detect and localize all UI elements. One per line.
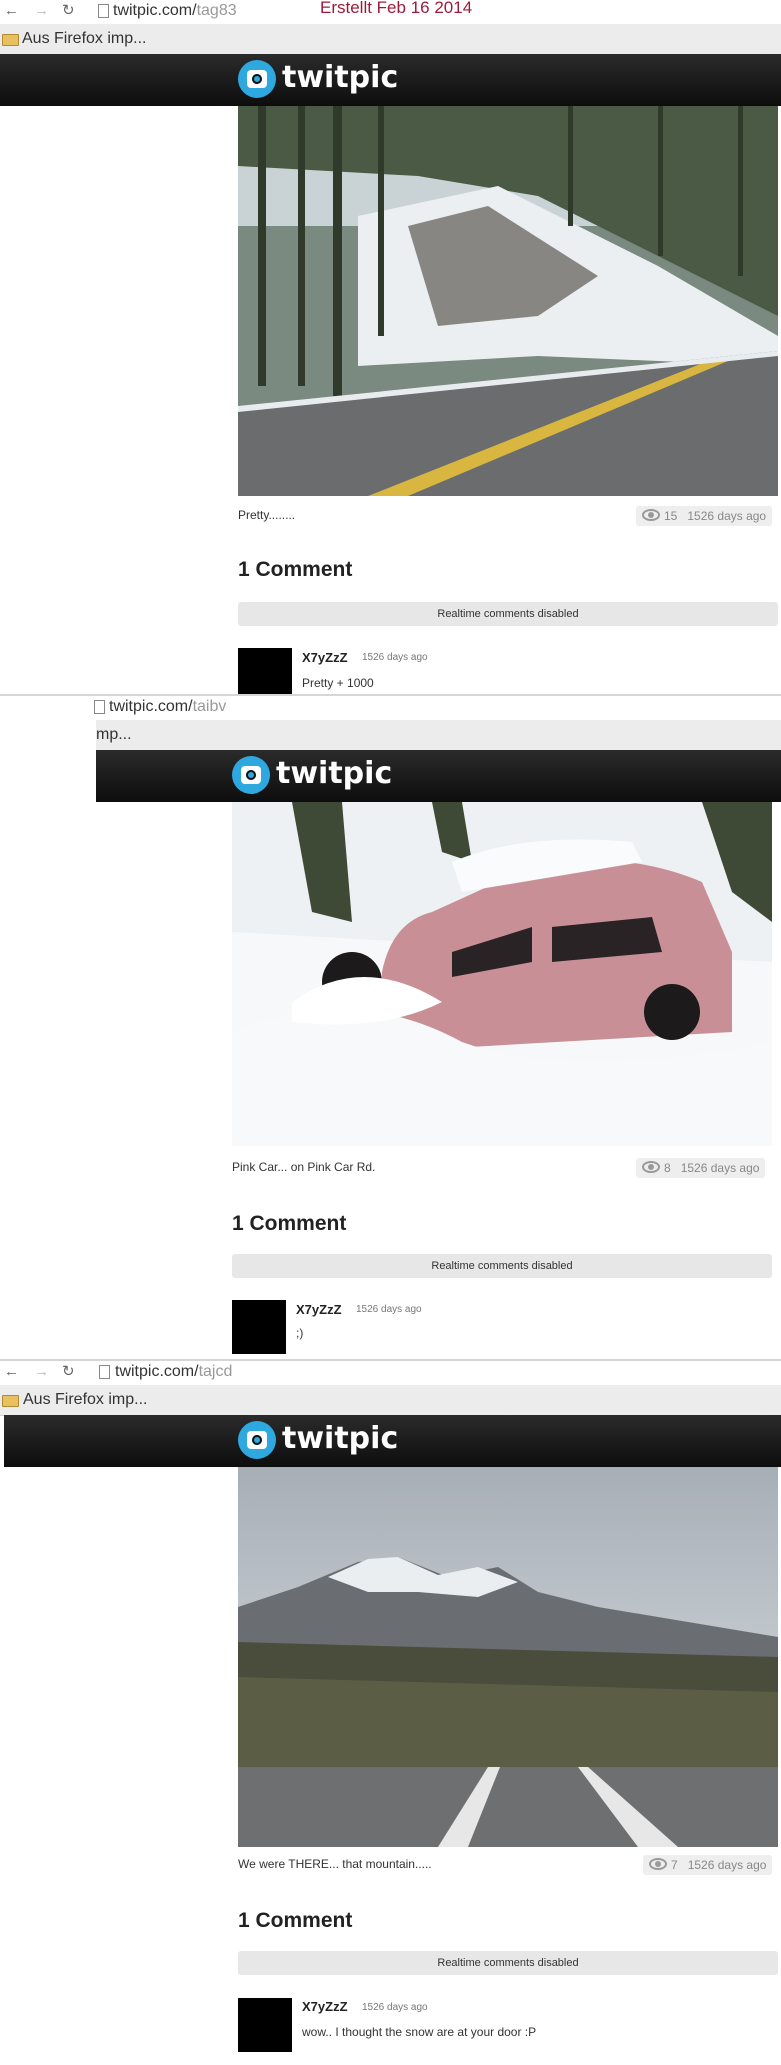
arrow-right-icon[interactable]: → — [34, 2, 49, 20]
twitpic-header: twitpic — [4, 1415, 781, 1467]
comment-time: 1526 days ago — [356, 1304, 422, 1315]
bookmarks-bar: Aus Firefox imp... — [0, 1385, 781, 1416]
created-stamp: Erstellt Feb 16 2014 — [320, 0, 473, 17]
folder-icon — [2, 1395, 19, 1407]
comments-title: 1 Comment — [238, 558, 353, 581]
folder-icon — [2, 34, 19, 46]
url-host: twitpic.com/ — [113, 2, 197, 19]
page-icon — [98, 4, 109, 18]
twitpic-logo[interactable]: twitpic — [282, 60, 398, 95]
url-path: tajcd — [198, 1363, 233, 1380]
comment-time: 1526 days ago — [362, 2002, 428, 2013]
photo-meta: 7 1526 days ago — [643, 1855, 773, 1875]
arrow-right-icon[interactable]: → — [34, 1363, 49, 1381]
photo-caption: We were THERE... that mountain..... — [238, 1857, 432, 1871]
screenshot-1: ← → ↻ twitpic.com/tag83 Erstellt Feb 16 … — [0, 0, 781, 695]
comment-username[interactable]: X7yZzZ — [302, 1999, 348, 2014]
eye-icon — [642, 1161, 660, 1173]
reload-icon[interactable]: ↻ — [62, 1363, 75, 1381]
photo[interactable] — [238, 106, 778, 496]
arrow-left-icon[interactable]: ← — [4, 2, 19, 20]
eye-icon — [642, 509, 660, 521]
page-icon — [99, 1365, 110, 1379]
comment-text: wow.. I thought the snow are at your doo… — [302, 2025, 537, 2039]
browser-navbar: twitpic.com/taibv — [0, 696, 781, 718]
comment-username[interactable]: X7yZzZ — [302, 650, 348, 665]
comment-time: 1526 days ago — [362, 652, 428, 663]
comments-title: 1 Comment — [232, 1212, 347, 1235]
page-icon — [94, 700, 105, 714]
twitpic-logo[interactable]: twitpic — [282, 1421, 398, 1456]
url-path: taibv — [192, 698, 227, 715]
address-bar[interactable]: twitpic.com/tajcd — [115, 1362, 232, 1382]
bookmark-folder[interactable]: Aus Firefox imp... — [23, 1391, 147, 1409]
address-bar[interactable]: twitpic.com/tag83 — [113, 1, 237, 21]
screenshot-3: ← → ↻ twitpic.com/tajcd Aus Firefox imp.… — [0, 1361, 781, 2065]
url-host: twitpic.com/ — [109, 698, 193, 715]
comment-text: Pretty + 1000 — [302, 676, 374, 690]
twitpic-header: twitpic — [96, 750, 781, 802]
url-host: twitpic.com/ — [115, 1363, 199, 1380]
reload-icon[interactable]: ↻ — [62, 2, 75, 20]
screenshot-2: twitpic.com/taibv mp... twitpic Pink Car… — [0, 696, 781, 1359]
camera-logo-icon[interactable] — [238, 60, 276, 98]
arrow-left-icon[interactable]: ← — [4, 1363, 19, 1381]
eye-icon — [649, 1858, 667, 1870]
photo-age: 1526 days ago — [687, 1858, 767, 1872]
avatar[interactable] — [232, 1300, 286, 1354]
url-path: tag83 — [196, 2, 237, 19]
photo-caption: Pretty........ — [238, 508, 296, 522]
browser-navbar: ← → ↻ twitpic.com/tag83 Erstellt Feb 16 … — [0, 0, 781, 22]
realtime-comments-bar: Realtime comments disabled — [232, 1254, 772, 1278]
photo-age: 1526 days ago — [687, 509, 767, 523]
photo[interactable] — [238, 1467, 778, 1847]
comment-text: ;) — [296, 1326, 304, 1340]
photo-age: 1526 days ago — [680, 1161, 760, 1175]
avatar[interactable] — [238, 1998, 292, 2052]
comment-username[interactable]: X7yZzZ — [296, 1302, 342, 1317]
photo-meta: 8 1526 days ago — [636, 1158, 766, 1178]
bookmarks-bar: Aus Firefox imp... — [0, 24, 781, 55]
twitpic-logo[interactable]: twitpic — [276, 756, 392, 791]
twitpic-header: twitpic — [0, 54, 781, 106]
camera-logo-icon[interactable] — [232, 756, 270, 794]
avatar[interactable] — [238, 648, 292, 695]
realtime-comments-bar: Realtime comments disabled — [238, 602, 778, 626]
view-count: 8 — [664, 1161, 671, 1175]
camera-logo-icon[interactable] — [238, 1421, 276, 1459]
photo-caption: Pink Car... on Pink Car Rd. — [232, 1160, 376, 1174]
view-count: 15 — [664, 509, 678, 523]
realtime-comments-bar: Realtime comments disabled — [238, 1951, 778, 1975]
bookmark-folder[interactable]: Aus Firefox imp... — [22, 30, 146, 48]
address-bar[interactable]: twitpic.com/taibv — [109, 697, 226, 717]
bookmarks-bar: mp... — [96, 720, 781, 751]
bookmark-folder[interactable]: mp... — [96, 726, 132, 744]
browser-navbar: ← → ↻ twitpic.com/tajcd — [0, 1361, 781, 1383]
comments-title: 1 Comment — [238, 1909, 353, 1932]
view-count: 7 — [671, 1858, 678, 1872]
photo-meta: 15 1526 days ago — [636, 506, 773, 526]
photo[interactable] — [232, 802, 772, 1146]
